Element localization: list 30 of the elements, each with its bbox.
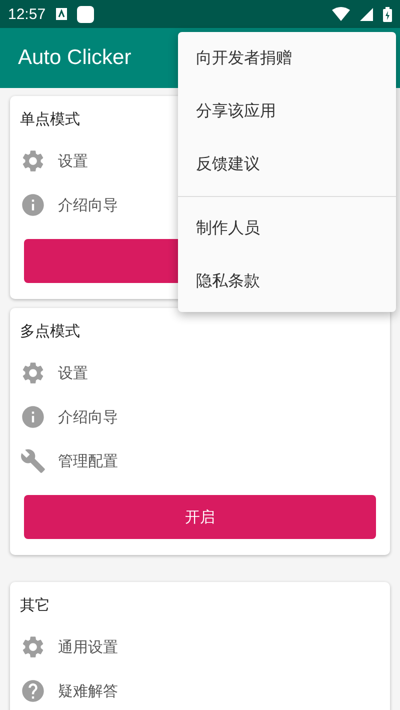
info-icon <box>20 192 46 218</box>
settings-icon <box>20 360 46 386</box>
status-time: 12:57 <box>8 6 46 22</box>
card-title: 多点模式 <box>20 321 80 342</box>
menu-item[interactable]: 反馈建议 <box>178 138 396 191</box>
wifi-icon <box>332 7 350 21</box>
battery-icon <box>383 6 392 22</box>
help-icon <box>20 678 46 704</box>
menu-item[interactable]: 向开发者捐赠 <box>178 32 396 85</box>
menu-item[interactable]: 分享该应用 <box>178 85 396 138</box>
app-title: Auto Clicker <box>18 46 132 70</box>
menu-row-label[interactable]: 疑难解答 <box>58 682 118 700</box>
settings-icon <box>20 634 46 660</box>
notification-icon <box>56 8 67 20</box>
start-button[interactable]: 开启 <box>24 495 376 539</box>
menu-row-label[interactable]: 通用设置 <box>58 638 118 656</box>
wrench-icon <box>20 448 46 474</box>
menu-row-label[interactable]: 设置 <box>58 152 88 170</box>
menu-row-label[interactable]: 介绍向导 <box>58 408 118 426</box>
menu-row-label[interactable]: 设置 <box>58 364 88 382</box>
menu-item[interactable]: 隐私条款 <box>178 255 396 308</box>
signal-icon <box>360 8 373 20</box>
settings-icon <box>20 148 46 174</box>
menu-row-label[interactable]: 管理配置 <box>58 452 118 470</box>
info-icon <box>20 404 46 430</box>
menu-item[interactable]: 制作人员 <box>178 202 396 255</box>
notification-icon <box>76 6 94 22</box>
card-title: 单点模式 <box>20 109 80 130</box>
menu-row-label[interactable]: 介绍向导 <box>58 196 118 214</box>
card-title: 其它 <box>20 595 50 616</box>
